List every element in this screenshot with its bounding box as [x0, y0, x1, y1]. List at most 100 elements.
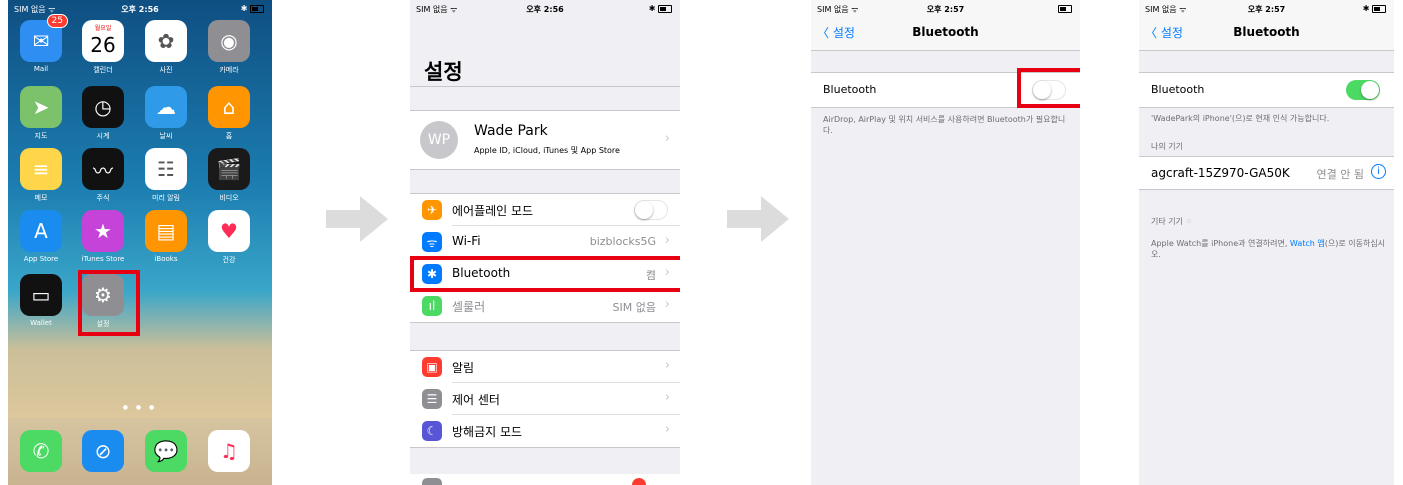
avatar: WP — [420, 121, 458, 159]
mail-icon: ✉ 25 — [20, 14, 68, 62]
clock-label: 오후 2:57 — [926, 5, 965, 14]
ibooks-icon: ▤ — [145, 210, 187, 252]
settings-row-notifications[interactable]: ▣ 알림 › — [410, 351, 680, 383]
notifications-group: ▣ 알림 › ☰ 제어 센터 › ☾ 방해금지 모드 › — [410, 351, 680, 447]
app-label: 비디오 — [219, 194, 239, 202]
status-bar: SIM 없음 ᯤ 오후 2:56 ✱ — [8, 0, 272, 16]
settings-row-cellular[interactable]: ıl 셀룰러 SIM 없음 › — [410, 290, 680, 322]
app-videos[interactable]: 🎬 비디오 — [204, 148, 254, 203]
dock-safari[interactable]: ⊘ — [78, 430, 128, 472]
settings-row-airplane[interactable]: ✈ 에어플레인 모드 — [410, 194, 680, 226]
messages-icon: 💬 — [145, 430, 187, 472]
bluetooth-highlight-box — [410, 256, 680, 292]
arrow-right-icon — [727, 196, 789, 242]
app-label: iTunes Store — [81, 255, 125, 263]
page-title: 설정 — [424, 60, 463, 84]
dock-music[interactable]: ♫ — [204, 430, 254, 472]
dock-messages[interactable]: 💬 — [141, 430, 191, 472]
itunes-store-icon: ★ — [82, 210, 124, 252]
watch-app-link[interactable]: Watch 앱 — [1290, 239, 1325, 248]
status-bar: SIM 없음 ᯤ 오후 2:56 ✱ — [410, 0, 680, 16]
nav-bar: 〈 설정 Bluetooth — [1139, 16, 1394, 51]
app-itunes-store[interactable]: ★ iTunes Store — [78, 210, 128, 263]
phone-icon: ✆ — [20, 430, 62, 472]
dock: ✆ ⊘ 💬 ♫ — [8, 418, 272, 485]
settings-row-label: Wi-Fi — [452, 234, 481, 248]
app-calendar[interactable]: 26 월요일 캘린더 — [78, 20, 128, 75]
discoverable-note: 'WadePark의 iPhone'(으)로 현재 인식 가능합니다. — [1151, 114, 1330, 123]
app-weather[interactable]: ☁ 날씨 — [141, 86, 191, 141]
app-label: Wallet — [30, 319, 52, 327]
chevron-right-icon: › — [664, 390, 670, 405]
maps-icon: ➤ — [20, 86, 62, 128]
settings-row-control-center[interactable]: ☰ 제어 센터 › — [410, 383, 680, 415]
info-icon[interactable]: i — [1371, 164, 1386, 179]
reminders-icon: ☷ — [145, 148, 187, 190]
home-screen: SIM 없음 ᯤ 오후 2:56 ✱ ✉ 25 Mail 26 월요일 캘린더 ✿ 사진 ◉ 카메… — [8, 0, 272, 485]
clock-label: 오후 2:56 — [526, 5, 564, 14]
photos-icon: ✿ — [145, 20, 187, 62]
app-health[interactable]: ♥ 건강 — [204, 210, 254, 265]
calendar-weekday: 월요일 — [94, 25, 112, 32]
wifi-icon: ᯤ — [422, 232, 442, 252]
app-wallet[interactable]: ▭ Wallet — [16, 274, 66, 327]
app-label: 시계 — [96, 132, 110, 140]
app-camera[interactable]: ◉ 카메라 — [204, 20, 254, 75]
notification-badge: 25 — [46, 14, 68, 28]
app-app-store[interactable]: A App Store — [16, 210, 66, 263]
bluetooth-on-screen: SIM 없음 ᯤ 오후 2:57 ✱ 〈 설정 Bluetooth Blueto… — [1139, 0, 1394, 485]
app-reminders[interactable]: ☷ 미리 알림 — [141, 148, 191, 203]
settings-row-value: bizblocks5G — [589, 235, 656, 248]
app-label: 홈 — [225, 132, 233, 140]
airplane-mode-toggle[interactable] — [634, 200, 668, 220]
dock-phone[interactable]: ✆ — [16, 430, 66, 472]
app-mail[interactable]: ✉ 25 Mail — [16, 14, 68, 73]
watch-note: Apple Watch를 iPhone과 연결하려면, Watch 앱(으)로 … — [1151, 239, 1386, 259]
app-ibooks[interactable]: ▤ iBooks — [141, 210, 191, 263]
app-home[interactable]: ⌂ 홈 — [204, 86, 254, 141]
battery-icon: ✱ — [1363, 4, 1386, 13]
my-devices-header: 나의 기기 — [1151, 142, 1183, 151]
profile-subtitle: Apple ID, iCloud, iTunes 및 App Store — [474, 146, 620, 155]
app-clock[interactable]: ◷ 시계 — [78, 86, 128, 141]
bluetooth-off-screen: SIM 없음 ᯤ 오후 2:57 〈 설정 Bluetooth Bluetoot… — [811, 0, 1080, 485]
battery-icon: ✱ — [241, 4, 264, 13]
settings-row-do-not-disturb[interactable]: ☾ 방해금지 모드 › — [410, 415, 680, 447]
spinner-icon: ⁘ — [1185, 217, 1193, 226]
battery-icon — [1058, 4, 1072, 13]
app-label: iBooks — [154, 255, 178, 263]
clock-label: 오후 2:56 — [121, 5, 159, 14]
update-badge — [632, 478, 646, 485]
status-bar: SIM 없음 ᯤ 오후 2:57 ✱ — [1139, 0, 1394, 16]
bluetooth-toggle[interactable] — [1346, 80, 1380, 100]
settings-row-label: 방해금지 모드 — [452, 425, 523, 439]
nav-title: Bluetooth — [1233, 25, 1300, 39]
settings-row-value: SIM 없음 — [612, 301, 656, 314]
device-status: 연결 안 됨 — [1316, 168, 1364, 181]
apple-id-row[interactable]: WP Wade Park Apple ID, iCloud, iTunes 및 … — [410, 111, 680, 169]
airplane-icon: ✈ — [422, 200, 442, 220]
profile-name: Wade Park — [474, 123, 548, 139]
page-indicator: ● ● ● — [122, 404, 158, 411]
calendar-icon: 26 월요일 — [82, 20, 124, 62]
app-stocks[interactable]: 〰 주식 — [78, 148, 128, 203]
app-label: 날씨 — [159, 132, 173, 140]
app-maps[interactable]: ➤ 지도 — [16, 86, 66, 141]
app-label: Mail — [33, 65, 49, 73]
settings-highlight-box — [78, 270, 140, 336]
weather-icon: ☁ — [145, 86, 187, 128]
settings-row-label: 에어플레인 모드 — [452, 204, 534, 218]
bluetooth-row: Bluetooth — [1139, 73, 1394, 108]
settings-row-label: 제어 센터 — [452, 393, 500, 407]
nav-bar: 〈 설정 Bluetooth — [811, 16, 1080, 51]
app-photos[interactable]: ✿ 사진 — [141, 20, 191, 75]
bluetooth-label: Bluetooth — [1151, 83, 1205, 96]
general-icon — [422, 478, 442, 485]
notes-icon: ≡ — [20, 148, 62, 190]
app-notes[interactable]: ≡ 메모 — [16, 148, 66, 203]
safari-icon: ⊘ — [82, 430, 124, 472]
clock-icon: ◷ — [82, 86, 124, 128]
settings-row-wifi[interactable]: ᯤ Wi-Fi bizblocks5G › — [410, 226, 680, 258]
notifications-icon: ▣ — [422, 357, 442, 377]
device-row[interactable]: agcraft-15Z970-GA50K 연결 안 됨 i — [1139, 157, 1394, 190]
